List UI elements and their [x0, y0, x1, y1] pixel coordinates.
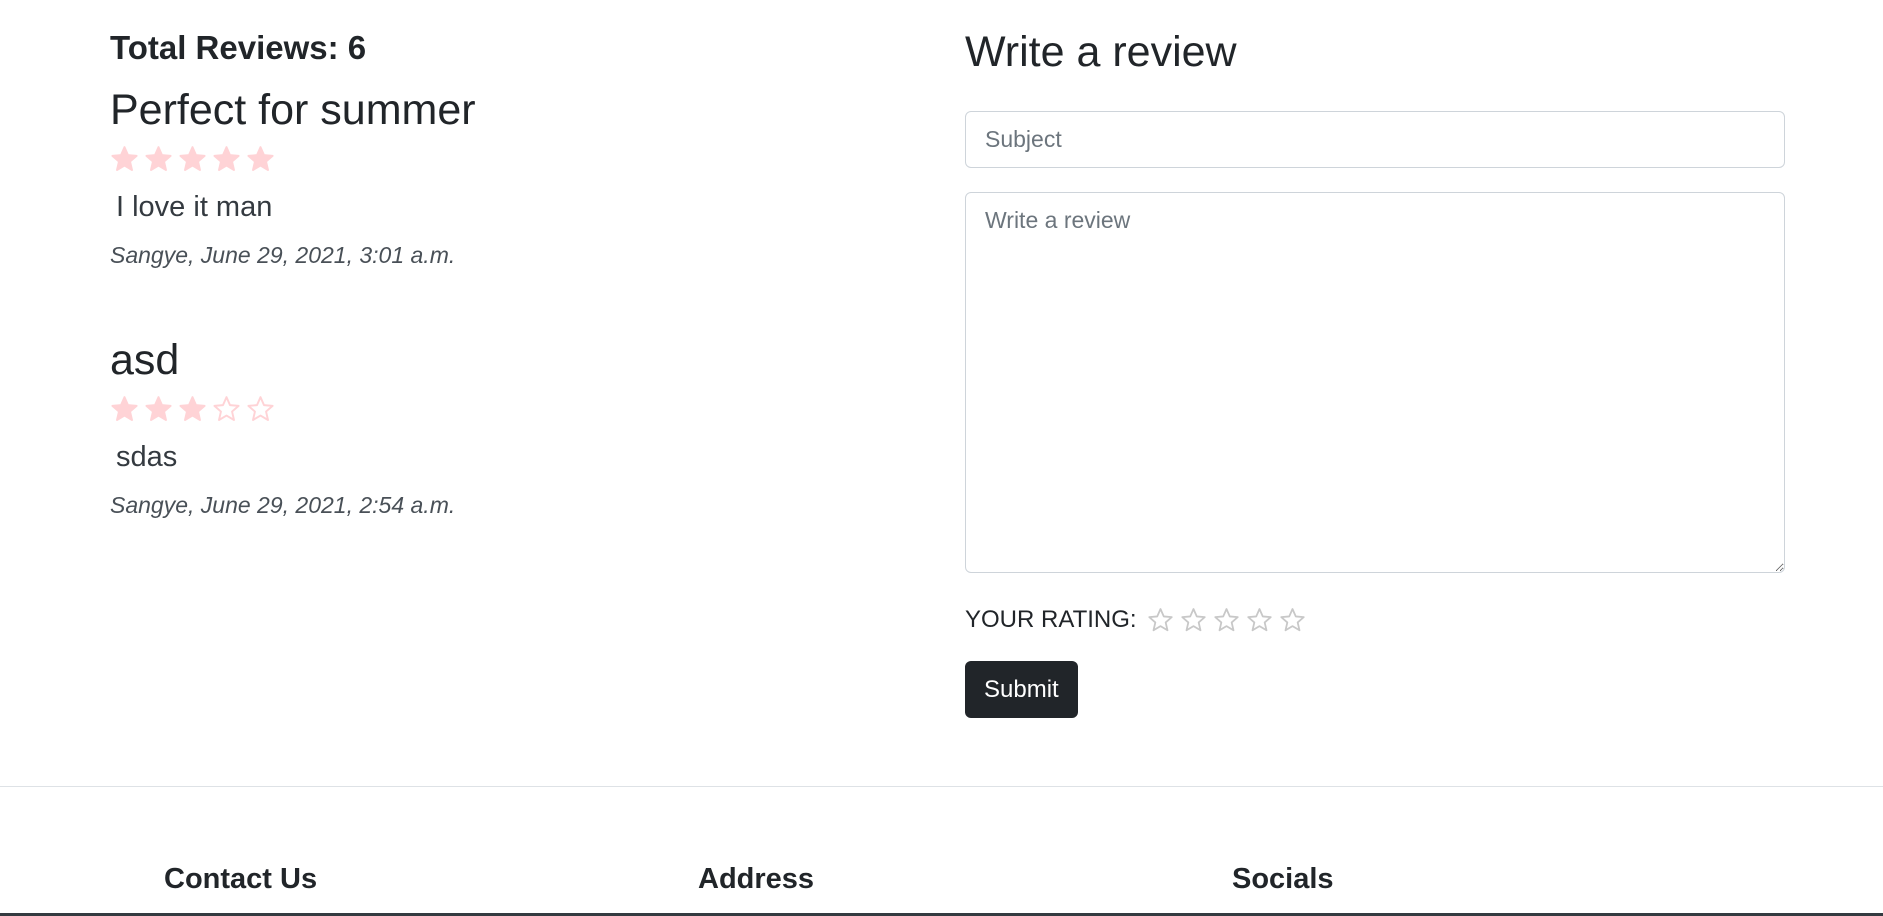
your-rating-row: YOUR RATING:: [965, 603, 1785, 637]
star-filled-icon: [145, 395, 172, 421]
subject-input[interactable]: [965, 111, 1785, 168]
review-form: Write a review YOUR RATING: Submit: [965, 24, 1785, 718]
review-subject: asd: [110, 336, 180, 384]
rating-star-picker: [1147, 607, 1306, 634]
star-filled-icon: [111, 395, 138, 421]
submit-button[interactable]: Submit: [965, 661, 1078, 718]
your-rating-label: YOUR RATING:: [965, 606, 1137, 633]
star-filled-icon: [213, 145, 240, 171]
review-item: Perfect for summer I love it man Sangye,…: [110, 82, 870, 270]
star-filled-icon: [145, 145, 172, 171]
star-outline-icon: [213, 395, 240, 421]
star-outline-icon[interactable]: [1180, 607, 1207, 634]
review-body: sdas: [116, 441, 178, 473]
review-subject: Perfect for summer: [110, 86, 476, 134]
star-filled-icon: [247, 145, 274, 171]
product-reviews-page: Total Reviews: 6 Perfect for summer I lo…: [0, 0, 1883, 916]
star-outline-icon[interactable]: [1147, 607, 1174, 634]
star-filled-icon: [111, 145, 138, 171]
star-outline-icon[interactable]: [1246, 607, 1273, 634]
reviews-list: Total Reviews: 6 Perfect for summer I lo…: [110, 24, 870, 520]
review-form-title: Write a review: [965, 28, 1237, 76]
review-author-date: Sangye, June 29, 2021, 2:54 a.m.: [110, 492, 456, 518]
review-item: asd sdas Sangye, June 29, 2021, 2:54 a.m…: [110, 332, 870, 520]
review-textarea[interactable]: [965, 192, 1785, 573]
star-filled-icon: [179, 395, 206, 421]
star-outline-icon[interactable]: [1213, 607, 1240, 634]
star-outline-icon: [247, 395, 274, 421]
star-outline-icon[interactable]: [1279, 607, 1306, 634]
footer-contact-heading: Contact Us: [164, 863, 318, 895]
footer-divider: [0, 786, 1883, 787]
total-reviews-heading: Total Reviews: 6: [110, 29, 367, 66]
review-star-rating: [110, 394, 870, 424]
review-author-date: Sangye, June 29, 2021, 3:01 a.m.: [110, 242, 456, 268]
footer-socials-heading: Socials: [1232, 863, 1334, 895]
star-filled-icon: [179, 145, 206, 171]
review-star-rating: [110, 144, 870, 174]
review-body: I love it man: [116, 191, 273, 223]
footer-address-heading: Address: [698, 863, 815, 895]
